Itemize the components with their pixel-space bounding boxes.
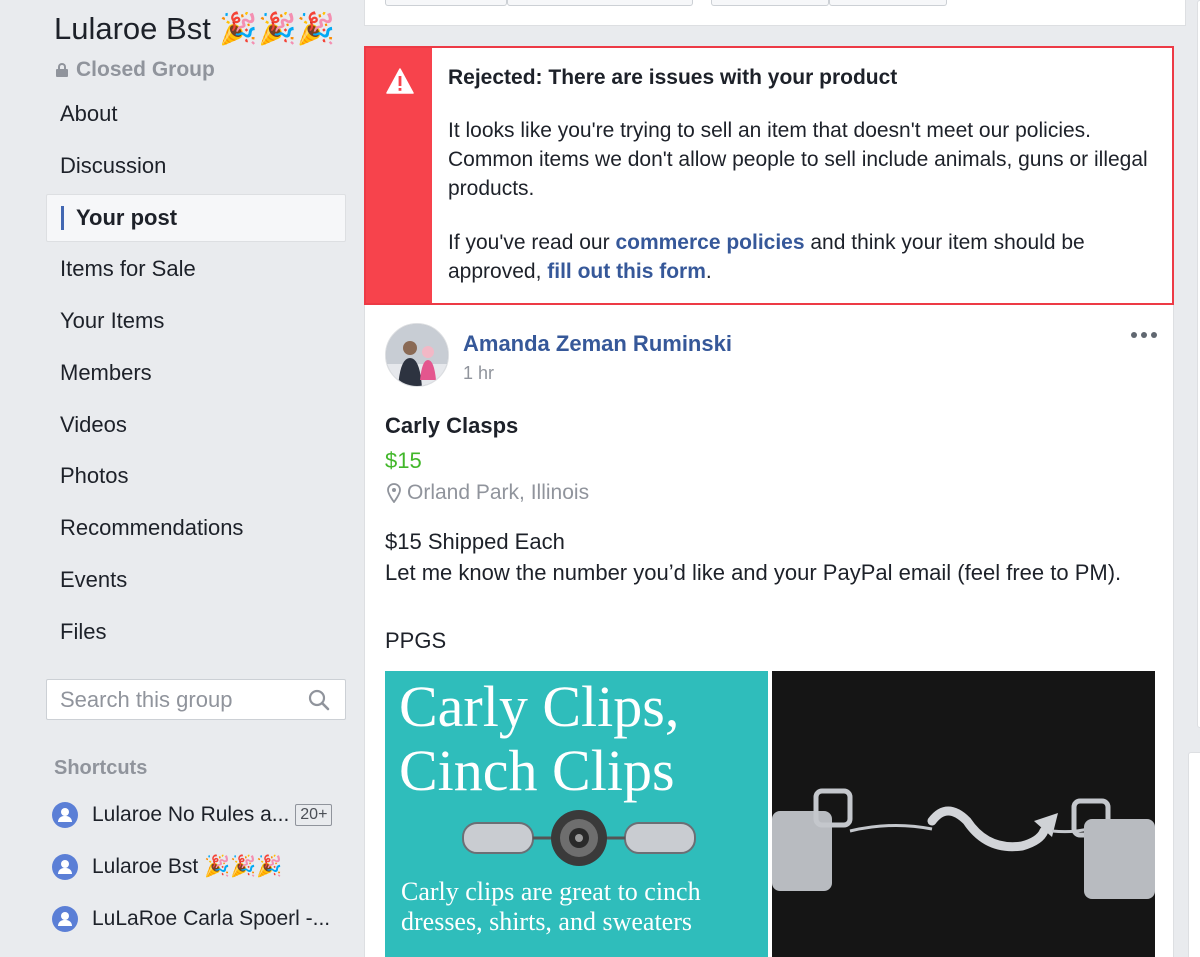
location-pin-icon [387,483,401,503]
nav-item-about[interactable]: About [46,88,346,140]
search-input[interactable] [60,686,290,713]
nav-item-label: Photos [60,463,129,489]
sale-post: Amanda Zeman Ruminski 1 hr Carly Clasps … [364,305,1174,957]
clasp-image [462,810,696,866]
nav-item-label: Your post [76,204,178,230]
item-price: $15 [385,448,422,473]
more-options-icon[interactable] [1131,329,1161,341]
commerce-policies-link[interactable]: commerce policies [615,231,804,254]
post-photo[interactable]: Carly Clips, Cinch Clips Carly clips are… [385,671,768,957]
description-line: $15 Shipped Each [385,529,565,554]
nav-item-recommendations[interactable]: Recommendations [46,502,346,554]
photo-heading: Carly Clips, Cinch Clips [399,675,679,803]
shortcuts-heading: Shortcuts [54,757,148,779]
post-timestamp[interactable]: 1 hr [463,363,494,384]
shortcut-label: LuLaRoe Carla Spoerl -... [92,907,331,930]
item-location: Orland Park, Illinois [387,481,589,505]
group-sidebar: Lularoe Bst 🎉🎉🎉 Closed Group About Discu… [0,0,364,957]
photo-heading-line: Cinch Clips [399,738,675,803]
avatar-photo [386,324,448,386]
group-icon [52,854,78,880]
shortcut-item[interactable]: Lularoe No Rules a... 20+ [52,800,333,830]
nav-item-label: Members [60,359,152,385]
search-icon[interactable] [307,688,331,712]
shortcut-label: Lularoe Bst 🎉🎉🎉 [92,855,283,878]
nav-item-label: Recommendations [60,515,244,541]
alert-title: Rejected: There are issues with your pro… [448,66,898,89]
photo-heading-line: Carly Clips, [399,674,680,739]
group-title[interactable]: Lularoe Bst 🎉🎉🎉 [54,10,335,47]
nav-item-members[interactable]: Members [46,347,346,399]
nav-item-label: Files [60,618,107,644]
group-icon [52,802,78,828]
nav-item-files[interactable]: Files [46,606,346,658]
nav-item-label: Videos [60,411,127,437]
composer-strip [364,0,1186,26]
active-indicator [61,205,64,230]
nav-item-label: Your Items [60,308,165,334]
avatar[interactable] [385,323,449,387]
group-privacy: Closed Group [56,58,215,82]
post-author[interactable]: Amanda Zeman Ruminski [463,331,732,357]
alert-text: If you've read our [448,231,616,254]
right-column-card [1188,752,1200,957]
description-line: PPGS [385,628,447,653]
toolbar-button[interactable] [385,0,507,6]
toolbar-button[interactable] [829,0,947,6]
nav-item-discussion[interactable]: Discussion [46,140,346,192]
photo-caption: Carly clips are great to cinch dresses, … [401,877,701,937]
mermaid-clasp-image [772,671,1155,957]
nav-item-your-items[interactable]: Your Items [46,295,346,347]
nav-item-your-post[interactable]: Your post [46,193,346,242]
photo-caption-line: dresses, shirts, and sweaters [401,907,692,936]
location-label: Orland Park, Illinois [407,481,590,504]
nav-item-photos[interactable]: Photos [46,451,346,503]
notification-badge: 20+ [295,804,333,826]
group-privacy-label: Closed Group [76,58,215,81]
nav-item-label: Events [60,567,128,593]
alert-sidebar [366,48,432,303]
nav-item-label: About [60,100,118,126]
lock-icon [56,63,68,77]
toolbar-button[interactable] [507,0,693,6]
description-line: Let me know the number you’d like and yo… [385,560,1122,585]
nav-item-videos[interactable]: Videos [46,399,346,451]
alert-text: . [705,260,712,283]
nav-item-label: Items for Sale [60,256,196,282]
shortcut-item[interactable]: Lularoe Bst 🎉🎉🎉 [52,852,283,882]
toolbar-button[interactable] [711,0,829,6]
fill-out-form-link[interactable]: fill out this form [547,260,706,283]
nav-item-events[interactable]: Events [46,554,346,606]
item-title: Carly Clasps [385,413,519,438]
post-description: $15 Shipped Each Let me know the number … [385,526,1145,588]
shortcut-item[interactable]: LuLaRoe Carla Spoerl -... [52,904,330,934]
group-icon [52,906,78,932]
warning-icon [386,68,414,94]
alert-instructions: If you've read our commerce policies and… [448,228,1152,286]
shortcut-label: Lularoe No Rules a... [92,803,290,826]
rejection-alert: Rejected: There are issues with your pro… [364,46,1174,305]
group-nav: About Discussion Your post Items for Sal… [46,88,346,658]
photo-caption-line: Carly clips are great to cinch [401,877,701,906]
nav-item-label: Discussion [60,152,167,178]
alert-message: It looks like you're trying to sell an i… [448,119,1148,200]
nav-item-items-for-sale[interactable]: Items for Sale [46,243,346,295]
post-photo[interactable] [772,671,1155,957]
alert-content: Rejected: There are issues with your pro… [432,48,1152,303]
group-search [46,679,346,720]
